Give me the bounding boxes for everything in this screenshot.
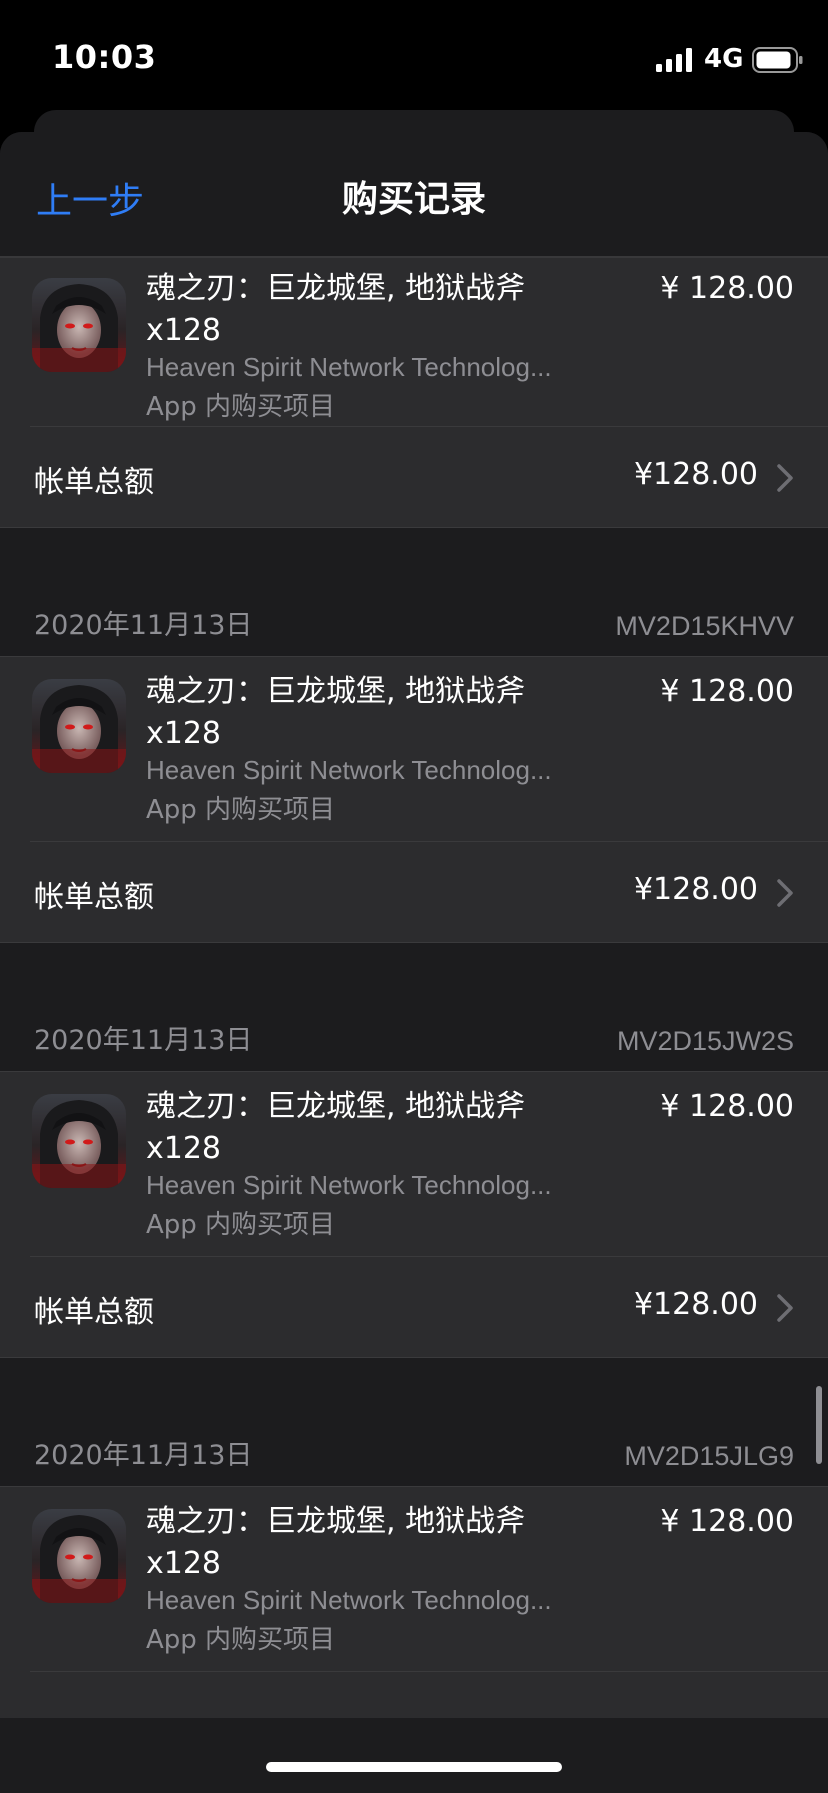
status-bar: 10:03 4G (0, 0, 828, 120)
purchase-item[interactable]: 魂之刃：巨龙城堡, 地狱战斧 x128 ¥ 128.00 Heaven Spir… (0, 657, 828, 841)
bill-total-amount: ¥128.00 (633, 1287, 758, 1322)
navigation-bar: 上一步 购买记录 (0, 132, 828, 256)
app-icon (32, 1509, 126, 1603)
bottom-safe-area (0, 1718, 828, 1793)
battery-icon (752, 47, 803, 73)
item-developer: Heaven Spirit Network Technolog... (146, 1585, 552, 1615)
bill-total-label: 帐单总额 (34, 465, 154, 500)
bill-total-amount: ¥128.00 (633, 457, 758, 492)
bill-total-label: 帐单总额 (34, 880, 154, 915)
item-title: 魂之刃：巨龙城堡, 地狱战斧 x128 (146, 1504, 526, 1581)
bill-total-amount: ¥128.00 (633, 872, 758, 907)
item-developer: Heaven Spirit Network Technolog... (146, 352, 552, 382)
item-price: ¥ 128.00 (660, 674, 794, 709)
item-type: App 内购买项目 (146, 1625, 336, 1655)
item-title: 魂之刃：巨龙城堡, 地狱战斧 x128 (146, 1089, 526, 1166)
purchase-date: 2020年11月13日 (34, 1025, 253, 1056)
purchase-card: 魂之刃：巨龙城堡, 地狱战斧 x128 ¥ 128.00 Heaven Spir… (0, 258, 828, 528)
scroll-indicator[interactable] (816, 1386, 822, 1464)
cellular-signal-icon (656, 48, 692, 72)
item-title: 魂之刃：巨龙城堡, 地狱战斧 x128 (146, 271, 526, 348)
item-price: ¥ 128.00 (660, 1504, 794, 1539)
order-id: MV2D15JW2S (616, 1026, 794, 1056)
item-price: ¥ 128.00 (660, 271, 794, 306)
purchase-list[interactable]: 魂之刃：巨龙城堡, 地狱战斧 x128 ¥ 128.00 Heaven Spir… (0, 258, 828, 1773)
purchase-card: 魂之刃：巨龙城堡, 地狱战斧 x128 ¥ 128.00 Heaven Spir… (0, 1071, 828, 1358)
app-icon (32, 1094, 126, 1188)
item-title: 魂之刃：巨龙城堡, 地狱战斧 x128 (146, 674, 526, 751)
item-price: ¥ 128.00 (660, 1089, 794, 1124)
chevron-right-icon (777, 464, 793, 492)
purchase-group-header: 2020年11月13日 MV2D15JLG9 (0, 1358, 828, 1486)
purchase-date: 2020年11月13日 (34, 610, 253, 641)
order-id: MV2D15JLG9 (624, 1441, 794, 1471)
purchase-group-header: 2020年11月13日 MV2D15JW2S (0, 943, 828, 1071)
purchase-history-sheet: 上一步 购买记录 魂之刃：巨龙城堡, 地狱战斧 x128 ¥ 128.00 He… (0, 132, 828, 1793)
network-type-label: 4G (704, 44, 744, 74)
item-developer: Heaven Spirit Network Technolog... (146, 1170, 552, 1200)
nav-divider (0, 256, 828, 258)
order-id: MV2D15KHVV (615, 611, 794, 641)
bill-total-row[interactable]: 帐单总额 ¥128.00 (0, 1257, 828, 1357)
purchase-card: 魂之刃：巨龙城堡, 地狱战斧 x128 ¥ 128.00 Heaven Spir… (0, 656, 828, 943)
status-time: 10:03 (52, 38, 157, 76)
item-developer: Heaven Spirit Network Technolog... (146, 755, 552, 785)
app-icon (32, 278, 126, 372)
purchase-group-header: 2020年11月13日 MV2D15KHVV (0, 528, 828, 656)
page-title: 购买记录 (341, 179, 486, 220)
app-icon (32, 679, 126, 773)
purchase-item[interactable]: 魂之刃：巨龙城堡, 地狱战斧 x128 ¥ 128.00 Heaven Spir… (0, 258, 828, 426)
chevron-right-icon (777, 1294, 793, 1322)
chevron-right-icon (777, 879, 793, 907)
item-type: App 内购买项目 (146, 392, 336, 422)
bill-total-row[interactable]: 帐单总额 ¥128.00 (0, 842, 828, 942)
item-type: App 内购买项目 (146, 1210, 336, 1240)
purchase-item[interactable]: 魂之刃：巨龙城堡, 地狱战斧 x128 ¥ 128.00 Heaven Spir… (0, 1487, 828, 1671)
bill-total-row[interactable]: 帐单总额 ¥128.00 (0, 427, 828, 527)
bill-total-label: 帐单总额 (34, 1295, 154, 1330)
purchase-item[interactable]: 魂之刃：巨龙城堡, 地狱战斧 x128 ¥ 128.00 Heaven Spir… (0, 1072, 828, 1256)
purchase-date: 2020年11月13日 (34, 1440, 253, 1471)
item-type: App 内购买项目 (146, 795, 336, 825)
home-indicator[interactable] (266, 1762, 562, 1772)
